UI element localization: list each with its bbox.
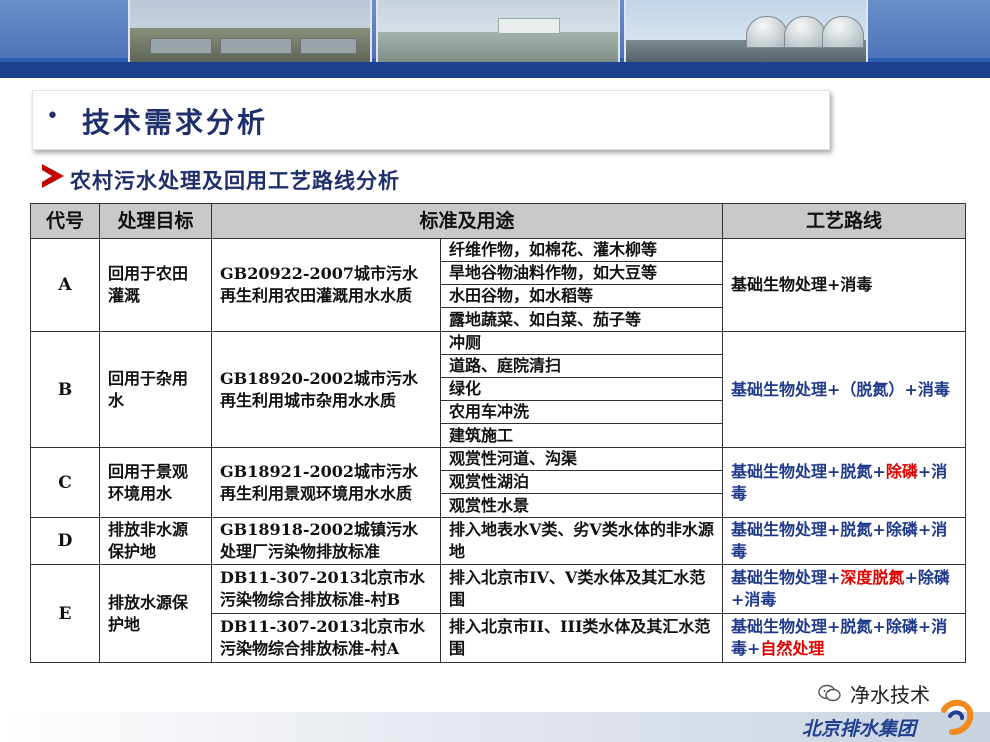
row-b-use-3: 绿化	[440, 377, 723, 401]
row-e-target: 排放水源保护地	[99, 564, 212, 663]
row-a-use-1: 纤维作物，如棉花、灌木柳等	[440, 238, 723, 262]
header-code: 代号	[30, 203, 100, 239]
row-a-use-2: 旱地谷物油料作物，如大豆等	[440, 261, 723, 285]
wechat-icon	[818, 684, 841, 702]
row-b-process: 基础生物处理+（脱氮）+消毒	[722, 331, 966, 448]
row-b-standard: GB18920-2002城市污水再生利用城市杂用水水质	[211, 331, 441, 448]
row-b-process-text: 基础生物处理+（脱氮）+消毒	[731, 379, 950, 399]
row-c-use-1: 观赏性河道、沟渠	[440, 447, 723, 471]
row-e2-standard: DB11-307-2013北京市水污染物综合排放标准-村A	[211, 613, 441, 663]
row-c-process: 基础生物处理+脱氮+除磷+消毒	[722, 447, 966, 518]
header-standard: 标准及用途	[211, 203, 723, 239]
row-c-use-3: 观赏性水景	[440, 493, 723, 518]
row-c-process-part1: 基础生物处理+脱氮+	[731, 461, 886, 481]
row-a-use-3: 水田谷物，如水稻等	[440, 284, 723, 308]
row-e2-process: 基础生物处理+脱氮+除磷+消毒+自然处理	[722, 613, 966, 663]
row-e1-process-part1: 基础生物处理+	[731, 568, 841, 587]
slide-title: 技术需求分析	[82, 106, 269, 139]
title-bullet: •	[46, 104, 59, 129]
banner-photo-treatment-pools	[376, 0, 620, 62]
row-c-standard: GB18921-2002城市污水再生利用景观环境用水水质	[211, 447, 441, 518]
row-a-code: A	[30, 238, 100, 332]
process-table: 代号 处理目标 标准及用途 工艺路线 A 回用于农田灌溉 GB20922-200…	[30, 203, 966, 663]
header-process: 工艺路线	[722, 203, 966, 239]
row-d-use-1: 排入地表水V类、劣V类水体的非水源地	[440, 517, 723, 565]
section-subtitle: 农村污水处理及回用工艺路线分析	[70, 168, 400, 193]
row-b-code: B	[30, 331, 100, 448]
row-e1-process-highlight: 深度脱氮	[840, 568, 905, 587]
row-a-process: 基础生物处理+消毒	[722, 238, 966, 332]
row-c-code: C	[30, 447, 100, 518]
row-e1-use: 排入北京市IV、V类水体及其汇水范围	[440, 564, 723, 614]
row-e-code: E	[30, 564, 100, 663]
row-e2-use: 排入北京市II、III类水体及其汇水范围	[440, 613, 723, 663]
banner-stripe	[0, 62, 990, 78]
row-b-use-1: 冲厕	[440, 331, 723, 355]
row-d-standard: GB18918-2002城镇污水处理厂污染物排放标准	[211, 517, 441, 565]
company-name: 北京排水集团	[802, 718, 917, 740]
row-c-process-highlight: 除磷	[885, 461, 918, 481]
row-a-target: 回用于农田灌溉	[99, 238, 212, 332]
company-logo	[941, 699, 974, 735]
row-a-process-text: 基础生物处理+消毒	[731, 275, 873, 294]
row-d-process: 基础生物处理+脱氮+除磷+消毒	[722, 517, 966, 565]
row-b-use-2: 道路、庭院清扫	[440, 354, 723, 378]
row-a-use-4: 露地蔬菜、如白菜、茄子等	[440, 307, 723, 332]
row-d-code: D	[30, 517, 100, 565]
row-e1-standard: DB11-307-2013北京市水污染物综合排放标准-村B	[211, 564, 441, 614]
row-b-use-4: 农用车冲洗	[440, 400, 723, 424]
row-c-target: 回用于景观环境用水	[99, 447, 212, 518]
row-b-target: 回用于杂用水	[99, 331, 212, 448]
row-e1-process: 基础生物处理+深度脱氮+除磷+消毒	[722, 564, 966, 614]
row-e2-process-highlight: 自然处理	[760, 639, 825, 658]
row-b-use-5: 建筑施工	[440, 423, 723, 448]
header-target: 处理目标	[99, 203, 212, 239]
row-d-target: 排放非水源保护地	[99, 517, 212, 565]
brand-name-wechat: 净水技术	[850, 683, 930, 707]
row-c-use-2: 观赏性湖泊	[440, 470, 723, 494]
banner-photo-plant-aerial	[128, 0, 372, 62]
row-a-standard: GB20922-2007城市污水再生利用农田灌溉用水水质	[211, 238, 441, 332]
arrow-bullet-icon	[42, 164, 64, 188]
row-d-process-text: 基础生物处理+脱氮+除磷+消毒	[731, 520, 948, 561]
banner-photo-digester-domes	[624, 0, 868, 62]
